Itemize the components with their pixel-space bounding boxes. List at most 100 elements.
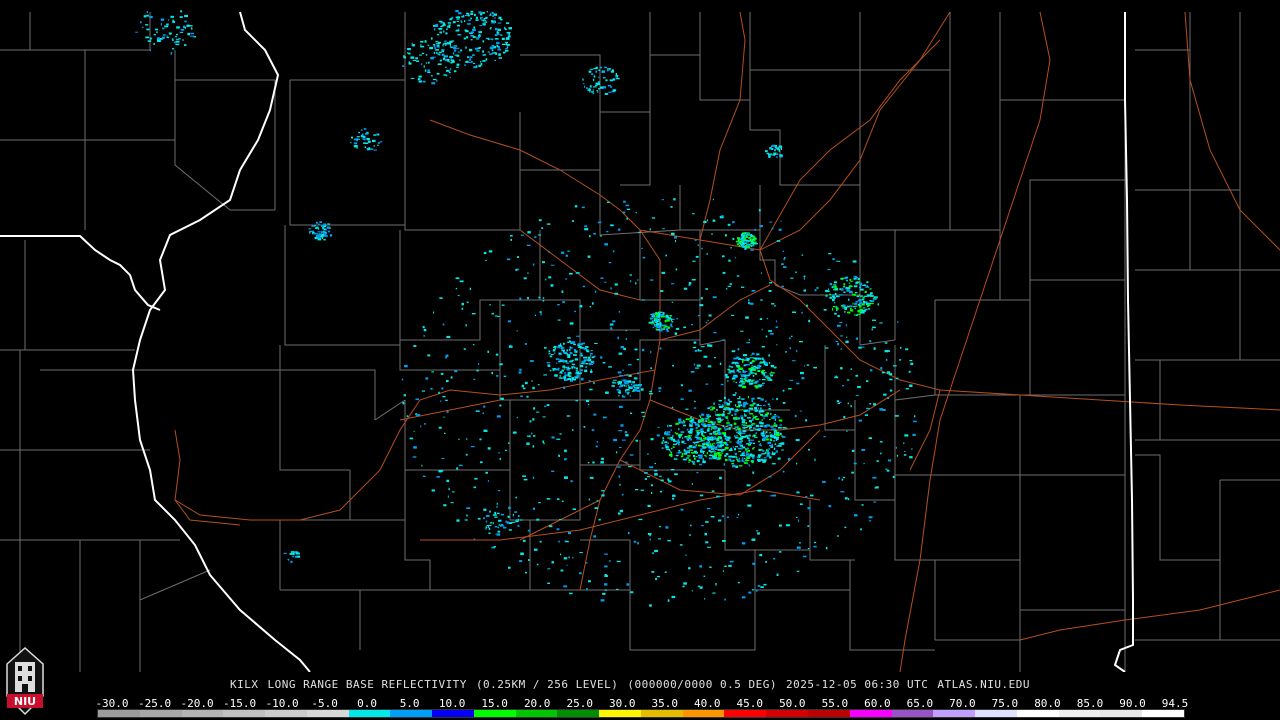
echo-pixel: [168, 19, 170, 21]
echo-pixel: [604, 565, 608, 568]
echo-pixel: [737, 427, 741, 431]
echo-pixel: [748, 464, 750, 467]
echo-pixel: [826, 290, 830, 292]
echo-pixel: [453, 45, 458, 47]
echo-pixel: [782, 402, 786, 404]
echo-pixel: [561, 349, 565, 352]
echo-pixel: [566, 362, 569, 364]
echo-pixel: [615, 77, 620, 80]
echo-pixel: [574, 376, 576, 378]
echo-pixel: [654, 462, 656, 465]
echo-pixel: [466, 507, 471, 509]
echo-pixel: [748, 410, 751, 413]
echo-pixel: [446, 411, 449, 413]
echo-pixel: [776, 445, 779, 447]
echo-pixel: [160, 23, 162, 26]
echo-pixel: [742, 430, 746, 432]
echo-pixel: [532, 445, 535, 448]
echo-pixel: [680, 384, 683, 387]
echo-pixel: [634, 388, 638, 391]
echo-pixel: [623, 384, 625, 387]
echo-pixel: [823, 436, 826, 438]
echo-pixel: [447, 22, 452, 24]
echo-pixel: [548, 350, 551, 353]
echo-pixel: [715, 433, 718, 435]
echo-pixel: [591, 429, 595, 431]
echo-pixel: [839, 321, 843, 323]
echo-pixel: [290, 551, 295, 553]
echo-pixel: [855, 394, 859, 396]
echo-pixel: [746, 443, 749, 445]
echo-pixel: [718, 454, 722, 457]
echo-pixel: [713, 332, 717, 334]
echo-pixel: [870, 295, 874, 297]
echo-pixel: [520, 234, 524, 236]
echo-pixel: [741, 447, 743, 450]
echo-pixel: [822, 481, 826, 483]
echo-pixel: [872, 326, 876, 329]
echo-pixel: [724, 373, 728, 377]
echo-pixel: [324, 235, 328, 237]
echo-pixel: [842, 385, 845, 387]
echo-pixel: [808, 319, 811, 323]
echo-pixel: [737, 417, 740, 420]
echo-pixel: [315, 235, 319, 237]
echo-pixel: [862, 296, 865, 299]
echo-pixel: [522, 475, 526, 477]
echo-pixel: [654, 549, 658, 553]
echo-pixel: [638, 518, 643, 521]
echo-pixel: [691, 430, 693, 433]
echo-pixel: [652, 327, 655, 329]
echo-pixel: [463, 37, 466, 40]
echo-pixel: [872, 476, 877, 479]
echo-pixel: [735, 455, 737, 458]
echo-pixel: [661, 324, 665, 327]
echo-pixel: [678, 436, 681, 439]
echo-pixel: [726, 424, 731, 426]
echo-pixel: [473, 538, 475, 541]
echo-pixel: [735, 429, 737, 432]
echo-pixel: [471, 313, 476, 315]
echo-pixel: [696, 472, 699, 474]
echo-pixel: [701, 417, 703, 420]
echo-pixel: [430, 57, 434, 60]
echo-pixel: [536, 563, 539, 566]
echo-pixel: [732, 369, 735, 371]
echo-pixel: [181, 39, 184, 41]
echo-pixel: [719, 428, 722, 430]
echo-pixel: [637, 231, 641, 233]
echo-pixel: [439, 31, 443, 34]
echo-pixel: [864, 414, 869, 416]
echo-pixel: [436, 476, 440, 478]
echo-pixel: [489, 522, 493, 524]
echo-pixel: [758, 440, 761, 443]
echo-pixel: [783, 266, 787, 268]
echo-pixel: [625, 385, 627, 387]
echo-pixel: [489, 510, 491, 513]
echo-pixel: [709, 406, 713, 408]
echo-pixel: [601, 71, 606, 73]
echo-pixel: [867, 304, 871, 307]
echo-pixel: [444, 40, 447, 42]
echo-pixel: [777, 457, 781, 460]
echo-pixel: [589, 85, 592, 88]
colorbar-segment: [390, 710, 433, 717]
svg-text:NIU: NIU: [14, 695, 36, 708]
echo-pixel: [581, 377, 584, 381]
echo-pixel: [734, 435, 736, 437]
echo-pixel: [573, 343, 576, 346]
echo-pixel: [895, 377, 899, 380]
echo-pixel: [738, 457, 740, 460]
echo-pixel: [665, 318, 669, 320]
echo-pixel: [407, 48, 411, 51]
echo-pixel: [735, 465, 739, 468]
echo-pixel: [179, 16, 183, 18]
echo-pixel: [619, 483, 621, 486]
colorbar-segment: [265, 710, 307, 717]
echo-pixel: [687, 435, 692, 437]
echo-pixel: [680, 455, 684, 458]
echo-pixel: [912, 433, 916, 436]
echo-pixel: [312, 232, 317, 235]
echo-pixel: [435, 49, 439, 51]
echo-pixel: [353, 145, 358, 148]
